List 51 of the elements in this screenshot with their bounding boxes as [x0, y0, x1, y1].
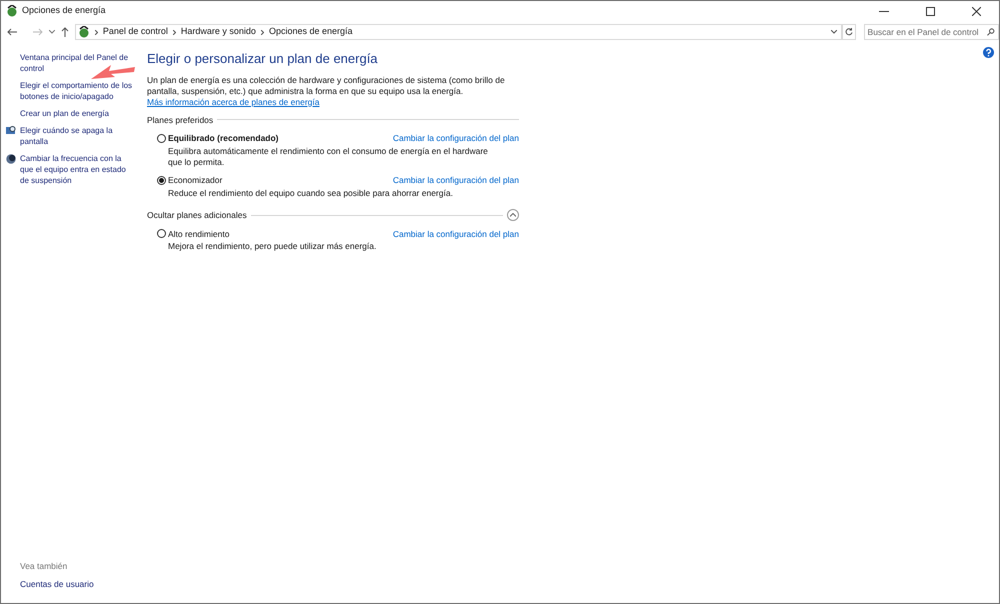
chevron-right-icon	[172, 30, 176, 34]
sidebar-link[interactable]: Cambiar la frecuencia con la que el equipo entra en estado de suspensión	[20, 153, 136, 186]
up-arrow-icon[interactable]	[60, 27, 69, 37]
collapse-button[interactable]	[507, 209, 519, 222]
back-arrow-icon[interactable]	[7, 28, 17, 36]
see-also-link[interactable]: Cuentas de usuario	[20, 578, 141, 591]
plan-name: Equilibrado (recomendado)	[168, 132, 279, 145]
moon-icon	[6, 154, 16, 164]
plan-description: Mejora el rendimiento, pero puede utilizar más energía.	[167, 241, 378, 252]
dropdown-caret-icon[interactable]	[830, 30, 837, 34]
address-bar[interactable]: Panel de control Hardware y sonido Opciones de energía	[74, 24, 842, 40]
chevron-right-icon	[94, 30, 98, 34]
annotation-arrow-drawing	[91, 64, 135, 80]
sidebar-link[interactable]: Elegir cuándo se apaga la pantalla	[20, 125, 136, 147]
chevron-right-icon	[260, 30, 264, 34]
group-heading: Planes preferidos	[147, 114, 214, 126]
chevron-up-icon	[510, 213, 516, 218]
sidebar-link[interactable]: Ventana principal del Panel de control	[20, 52, 136, 74]
search-field[interactable]: Buscar en el Panel de control	[864, 24, 999, 40]
breadcrumb-item[interactable]: Hardware y sonido	[180, 25, 256, 39]
plan-name: Economizador	[168, 174, 222, 187]
radio-button[interactable]	[157, 229, 166, 238]
sidebar-link[interactable]: Crear un plan de energía	[20, 108, 136, 119]
help-icon[interactable]	[983, 47, 994, 58]
refresh-button[interactable]	[842, 24, 856, 40]
power-options-icon	[6, 5, 18, 17]
group-heading: Ocultar planes adicionales	[147, 208, 247, 222]
more-info-link[interactable]: Más información acerca de planes de energía	[147, 96, 320, 106]
breadcrumb-item[interactable]: Panel de control	[102, 25, 168, 39]
change-plan-settings-link[interactable]: Cambiar la configuración del plan	[392, 228, 519, 240]
see-also-heading: Vea también	[20, 560, 68, 572]
window-title: Opciones de energía	[22, 4, 106, 18]
intro-text: Un plan de energía es una colección de hardware y configuraciones de sistema (como brillo de pantalla, suspensión, etc.) que administra la forma en que su equipo usa la energía. Más información acerca de planes de energía	[147, 74, 506, 108]
breadcrumb-item[interactable]: Opciones de energía	[268, 25, 352, 39]
radio-button[interactable]	[157, 176, 166, 185]
plan-name: Alto rendimiento	[168, 228, 230, 240]
dropdown-caret-icon[interactable]	[48, 30, 55, 34]
close-icon	[972, 6, 980, 16]
monitor-clock-icon	[6, 126, 16, 135]
plan-description: Equilibra automáticamente el rendimiento con el consumo de energía en el hardware que lo permita.	[167, 146, 489, 168]
power-options-icon	[78, 26, 90, 38]
radio-button[interactable]	[157, 134, 166, 144]
refresh-icon	[844, 28, 853, 36]
page-heading: Elegir o personalizar un plan de energía	[147, 50, 379, 68]
search-icon	[987, 28, 995, 36]
sidebar-link[interactable]: Elegir el comportamiento de los botones de inicio/apagado	[20, 80, 136, 102]
maximize-icon	[926, 6, 934, 16]
minimize-icon	[879, 10, 889, 12]
plan-description: Reduce el rendimiento del equipo cuando sea posible para ahorrar energía.	[167, 188, 454, 199]
change-plan-settings-link[interactable]: Cambiar la configuración del plan	[392, 174, 519, 187]
change-plan-settings-link[interactable]: Cambiar la configuración del plan	[392, 132, 519, 145]
